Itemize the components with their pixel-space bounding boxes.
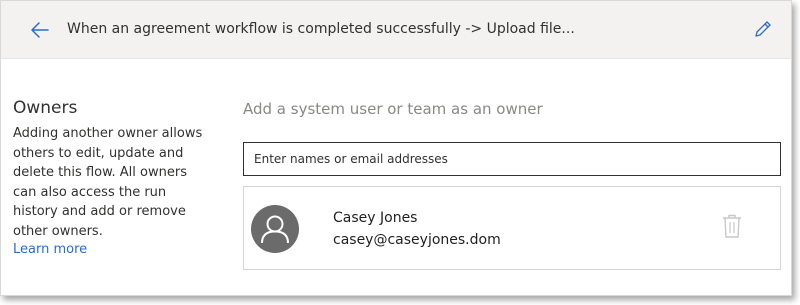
- header-bar: When an agreement workflow is completed …: [1, 1, 791, 59]
- add-owner-heading: Add a system user or team as an owner: [243, 100, 543, 118]
- owners-info: Owners Adding another owner allows other…: [13, 98, 213, 257]
- owner-name: Casey Jones: [333, 210, 418, 226]
- owners-description: Adding another owner allows others to ed…: [13, 126, 203, 239]
- add-owner-section: Add a system user or team as an owner Ca…: [243, 100, 781, 270]
- owner-card: Casey Jones casey@caseyjones.dom: [243, 186, 781, 270]
- learn-more-link[interactable]: Learn more: [13, 242, 213, 257]
- flow-title: When an agreement workflow is completed …: [67, 21, 575, 37]
- back-arrow-icon[interactable]: [29, 19, 51, 41]
- pencil-icon[interactable]: [753, 19, 773, 39]
- trash-icon[interactable]: [721, 213, 743, 239]
- owner-email: casey@caseyjones.dom: [333, 232, 501, 248]
- owner-search-input[interactable]: [243, 142, 781, 176]
- owners-panel: When an agreement workflow is completed …: [0, 0, 792, 296]
- person-icon: [251, 205, 299, 253]
- owners-heading: Owners: [13, 98, 78, 118]
